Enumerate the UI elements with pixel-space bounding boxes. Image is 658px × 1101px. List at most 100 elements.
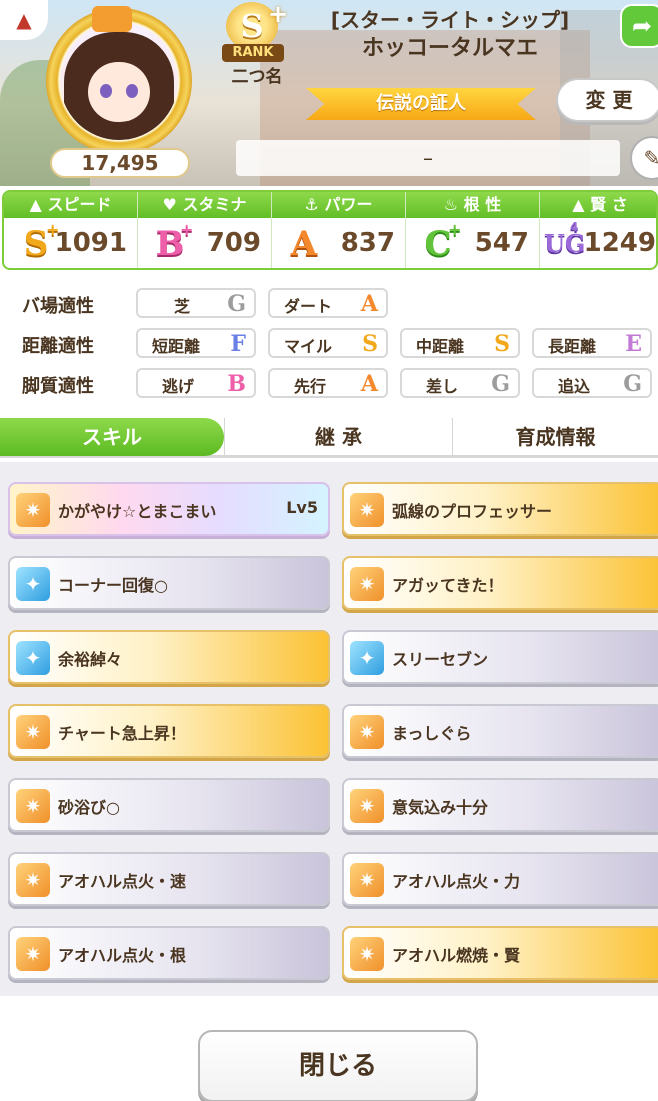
stat-value: 1091 bbox=[54, 228, 127, 258]
aptitude-name: ダート bbox=[284, 297, 333, 316]
aptitude-name: 追込 bbox=[558, 377, 591, 396]
skill-orange-icon: ✷ bbox=[16, 937, 50, 971]
stat-guts: ♨ 根 性 C + 547 bbox=[406, 192, 540, 268]
skill-orange-icon: ✷ bbox=[350, 789, 384, 823]
stat-value: 1249 bbox=[583, 228, 656, 258]
skill-orange-icon: ✷ bbox=[350, 863, 384, 897]
skill-orange-icon: ✷ bbox=[350, 937, 384, 971]
aptitude-cell: 追込 G bbox=[532, 368, 652, 398]
nickname-label: 二つ名 bbox=[231, 67, 283, 87]
aptitude-cell: 芝 G bbox=[136, 288, 256, 318]
skill-item[interactable]: ✷ アオハル点火・力 bbox=[342, 852, 658, 906]
skill-blue-icon: ✦ bbox=[16, 641, 50, 675]
aptitude-row-style: 脚質適性 逃げ B 先行 A 差し G 追込 G bbox=[0, 368, 658, 402]
aptitude-name: 芝 bbox=[174, 297, 191, 316]
aptitude-grade: S bbox=[362, 331, 378, 357]
skill-name: まっしぐら bbox=[392, 724, 472, 743]
shoe-icon: ▲ bbox=[16, 8, 32, 32]
skill-item[interactable]: ✦ コーナー回復○ bbox=[8, 556, 330, 610]
aptitude-grade: A bbox=[360, 291, 378, 317]
skill-item[interactable]: ✷ かがやけ☆とまこまい Lv5 bbox=[8, 482, 330, 536]
aptitude-grade: S bbox=[494, 331, 510, 357]
stat-label: 賢 さ bbox=[590, 195, 628, 214]
stat-value: 837 bbox=[340, 228, 395, 258]
aptitude-name: 逃げ bbox=[162, 377, 195, 396]
tab-inheritance[interactable]: 継 承 bbox=[224, 418, 452, 456]
heart-icon: ♥ bbox=[162, 195, 177, 214]
skill-name: 砂浴び○ bbox=[58, 798, 120, 817]
skill-item[interactable]: ✦ スリーセブン bbox=[342, 630, 658, 684]
skill-item[interactable]: ✷ 弧線のプロフェッサー bbox=[342, 482, 658, 536]
aptitude-row-distance: 距離適性 短距離 F マイル S 中距離 S 長距離 E bbox=[0, 328, 658, 362]
skill-item[interactable]: ✷ まっしぐら bbox=[342, 704, 658, 758]
aptitude-grade: F bbox=[230, 331, 246, 357]
stat-label: 根 性 bbox=[463, 195, 502, 214]
aptitude-grade: A bbox=[360, 371, 378, 397]
skill-item[interactable]: ✷ 意気込み十分 bbox=[342, 778, 658, 832]
skill-orange-icon: ✷ bbox=[350, 493, 384, 527]
aptitude-name: マイル bbox=[284, 337, 333, 356]
skill-item[interactable]: ✷ チャート急上昇！ bbox=[8, 704, 330, 758]
skill-item[interactable]: ✷ アオハル燃焼・賢 bbox=[342, 926, 658, 980]
stat-grade-sup: + bbox=[180, 220, 194, 239]
close-button[interactable]: 閉じる bbox=[198, 1030, 478, 1101]
skill-name: アオハル点火・根 bbox=[58, 946, 187, 965]
skill-list: ✷ かがやけ☆とまこまい Lv5 ✷ 弧線のプロフェッサー ✦ コーナー回復○ … bbox=[0, 462, 658, 996]
tab-bar: スキル 継 承 育成情報 bbox=[0, 418, 658, 458]
skill-name: アオハル点火・力 bbox=[392, 872, 521, 891]
skill-orange-icon: ✷ bbox=[16, 789, 50, 823]
aptitude-row-track: バ場適性 芝 G ダート A bbox=[0, 288, 658, 322]
tab-training-info[interactable]: 育成情報 bbox=[452, 418, 658, 456]
aptitude-grade: G bbox=[623, 371, 642, 397]
stat-wisdom: ▲ 賢 さ UG 4 1249 bbox=[540, 192, 656, 268]
skill-name: 余裕綽々 bbox=[58, 650, 123, 669]
fan-count: 17,495 bbox=[50, 148, 190, 178]
skill-item[interactable]: ✷ 砂浴び○ bbox=[8, 778, 330, 832]
skill-item[interactable]: ✦ 余裕綽々 bbox=[8, 630, 330, 684]
aptitude-name: 中距離 bbox=[416, 337, 465, 356]
graduation-cap-icon: ▲ bbox=[572, 195, 585, 214]
skill-orange-icon: ✷ bbox=[16, 863, 50, 897]
rank-badge: S + RANK bbox=[218, 0, 294, 62]
stat-grade-sup: + bbox=[448, 220, 462, 239]
tab-skills[interactable]: スキル bbox=[0, 418, 224, 456]
aptitude-name: 長距離 bbox=[548, 337, 597, 356]
stats-panel: ▲ スピード S + 1091 ♥ スタミナ B + 709 ⚓ パワー A 8… bbox=[2, 190, 658, 270]
skill-item[interactable]: ✷ アガッてきた！ bbox=[342, 556, 658, 610]
skill-blue-icon: ✦ bbox=[350, 641, 384, 675]
share-button[interactable]: ➦ bbox=[620, 4, 658, 48]
profile-header: ▲ 17,495 S + RANK 二つ名 [スター・ライト・シップ] ホッコー… bbox=[0, 0, 658, 186]
title-banner[interactable]: 伝説の証人 bbox=[306, 88, 536, 120]
flame-icon: ♨ bbox=[443, 195, 459, 214]
skill-orange-icon: ✷ bbox=[16, 715, 50, 749]
hair-ribbon-icon bbox=[92, 6, 132, 32]
aptitude-cell: 逃げ B bbox=[136, 368, 256, 398]
stat-grade-sup: 4 bbox=[570, 220, 579, 234]
aptitude-cell: 長距離 E bbox=[532, 328, 652, 358]
skill-name: アオハル点火・速 bbox=[58, 872, 187, 891]
skill-item[interactable]: ✷ アオハル点火・速 bbox=[8, 852, 330, 906]
aptitude-cell: ダート A bbox=[268, 288, 388, 318]
stat-value: 709 bbox=[206, 228, 261, 258]
skill-name: 弧線のプロフェッサー bbox=[392, 502, 553, 521]
skill-name: アガッてきた！ bbox=[392, 576, 504, 595]
skill-name: スリーセブン bbox=[392, 650, 489, 669]
change-title-button[interactable]: 変 更 bbox=[556, 78, 658, 122]
comment-box: – bbox=[236, 140, 620, 176]
aptitude-cell: 差し G bbox=[400, 368, 520, 398]
skill-blue-icon: ✦ bbox=[16, 567, 50, 601]
aptitude-name: 差し bbox=[426, 377, 459, 396]
aptitude-name: 短距離 bbox=[152, 337, 201, 356]
stat-value: 547 bbox=[474, 228, 529, 258]
skill-name: コーナー回復○ bbox=[58, 576, 168, 595]
skill-item[interactable]: ✷ アオハル点火・根 bbox=[8, 926, 330, 980]
aptitude-label: 脚質適性 bbox=[22, 376, 94, 397]
skill-name: チャート急上昇！ bbox=[58, 724, 186, 743]
stat-speed: ▲ スピード S + 1091 bbox=[4, 192, 138, 268]
stat-label: スタミナ bbox=[182, 195, 247, 214]
skill-orange-icon: ✷ bbox=[350, 567, 384, 601]
aptitude-name: 先行 bbox=[294, 377, 327, 396]
skill-level: Lv5 bbox=[286, 498, 318, 517]
avatar[interactable] bbox=[60, 22, 178, 140]
back-button[interactable]: ▲ bbox=[0, 0, 48, 40]
